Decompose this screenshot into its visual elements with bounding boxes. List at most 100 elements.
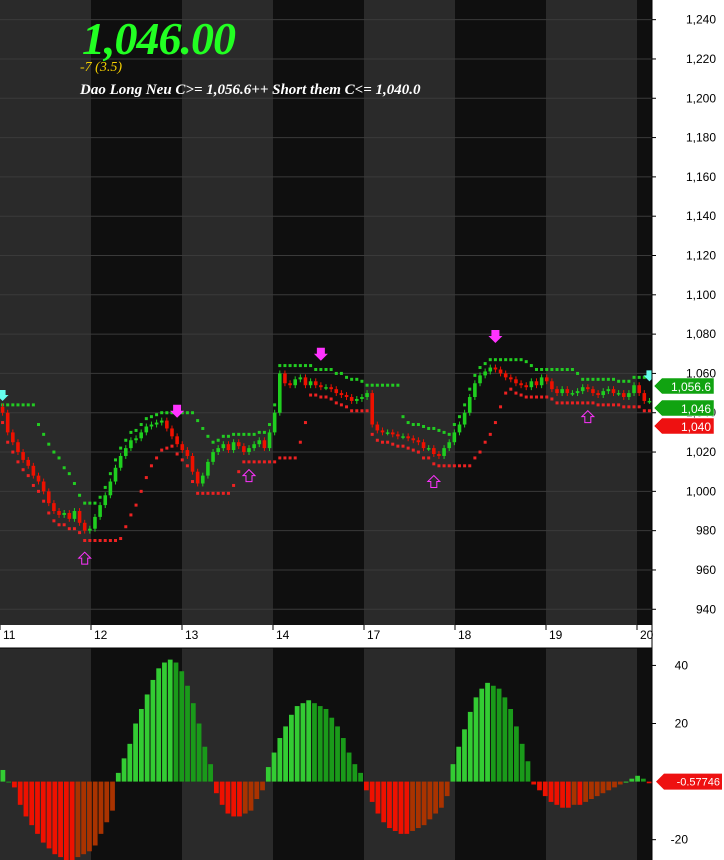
osc-band — [637, 648, 652, 860]
stop-long-dot — [375, 383, 379, 387]
y-tick-label: 960 — [696, 563, 716, 577]
stop-long-dot — [365, 383, 369, 387]
stop-short-dot — [504, 391, 508, 395]
stop-short-dot — [499, 405, 503, 409]
stop-long-dot — [617, 379, 621, 383]
osc-bar — [219, 781, 225, 805]
candle — [242, 446, 246, 453]
candle — [570, 393, 575, 395]
price-tag-label: 1,046 — [681, 402, 711, 416]
stop-short-dot — [273, 460, 277, 464]
stop-long-dot — [134, 428, 138, 432]
candle — [26, 459, 31, 466]
candle — [185, 450, 190, 456]
osc-bar — [150, 679, 156, 782]
candle — [544, 377, 549, 382]
stop-short-dot — [293, 456, 297, 460]
osc-bar — [69, 781, 75, 860]
stop-short-dot — [550, 397, 554, 401]
y-tick-label: 1,000 — [686, 484, 716, 498]
stop-short-dot — [386, 440, 390, 444]
stop-long-dot — [601, 377, 605, 381]
osc-bar — [490, 685, 496, 782]
osc-band — [364, 648, 455, 860]
candle — [180, 444, 185, 451]
stop-short-dot — [31, 483, 35, 487]
osc-bar — [646, 781, 652, 784]
candle — [601, 391, 606, 396]
x-tick-label: 13 — [185, 628, 199, 642]
price-band — [455, 0, 546, 625]
candle — [452, 432, 457, 443]
candle — [272, 412, 277, 433]
chart-canvas: 9409609801,0001,0201,0401,0601,0801,1001… — [0, 0, 724, 860]
stop-long-dot — [483, 362, 487, 366]
stop-short-dot — [560, 401, 564, 405]
y-tick-label: 1,020 — [686, 445, 716, 459]
candle — [319, 385, 323, 388]
stop-short-dot — [437, 464, 441, 468]
stop-long-dot — [52, 450, 56, 454]
osc-bar — [6, 781, 12, 783]
osc-bar — [115, 772, 121, 782]
stop-long-dot — [555, 367, 559, 371]
x-tick-label: 14 — [276, 628, 290, 642]
stop-long-dot — [206, 434, 210, 438]
stop-short-dot — [534, 395, 538, 399]
osc-bar — [542, 781, 548, 797]
candle — [252, 444, 256, 449]
osc-bar — [121, 758, 127, 782]
stop-short-dot — [591, 401, 595, 405]
osc-bar — [398, 781, 404, 834]
osc-bar — [537, 781, 542, 791]
osc-tick-label: -20 — [671, 833, 689, 847]
osc-bar — [485, 682, 490, 782]
stop-long-dot — [576, 371, 580, 375]
stop-long-dot — [21, 403, 25, 407]
candle — [529, 381, 534, 388]
stop-long-dot — [252, 432, 256, 436]
candle — [447, 442, 452, 449]
osc-bar — [92, 781, 98, 846]
stop-short-dot — [16, 460, 20, 464]
stop-short-dot — [103, 538, 107, 542]
stop-long-dot — [324, 367, 328, 371]
osc-bar — [138, 708, 144, 782]
stop-long-dot — [303, 364, 307, 368]
stop-long-dot — [139, 423, 143, 427]
candle — [41, 481, 46, 492]
stop-long-dot — [37, 423, 41, 427]
candle — [52, 503, 56, 512]
osc-bar — [225, 781, 231, 814]
stop-long-dot — [391, 383, 395, 387]
candle — [200, 475, 205, 484]
osc-bar — [450, 764, 456, 782]
candle — [498, 369, 503, 374]
osc-tick-label: 20 — [675, 717, 689, 731]
osc-bar — [213, 781, 219, 794]
stop-short-dot — [375, 438, 379, 442]
stop-long-dot — [309, 364, 313, 368]
stop-long-dot — [627, 379, 631, 383]
osc-bar — [473, 697, 479, 782]
x-tick-label: 20 — [640, 628, 654, 642]
stop-short-dot — [160, 448, 164, 452]
osc-bar — [594, 781, 600, 797]
osc-bar — [358, 772, 364, 782]
stop-short-dot — [519, 393, 523, 397]
candle — [31, 465, 36, 476]
osc-bar — [35, 781, 40, 834]
stop-long-dot — [596, 377, 600, 381]
candle — [637, 385, 641, 394]
osc-bar — [640, 778, 646, 782]
candle — [339, 393, 344, 396]
stop-long-dot — [581, 377, 585, 381]
stop-long-dot — [591, 377, 595, 381]
candle — [329, 387, 333, 390]
stop-long-dot — [237, 432, 241, 436]
candle — [421, 442, 426, 449]
stop-short-dot — [52, 519, 56, 523]
stop-short-dot — [108, 538, 112, 542]
stop-short-dot — [642, 409, 646, 413]
osc-band — [546, 648, 637, 860]
